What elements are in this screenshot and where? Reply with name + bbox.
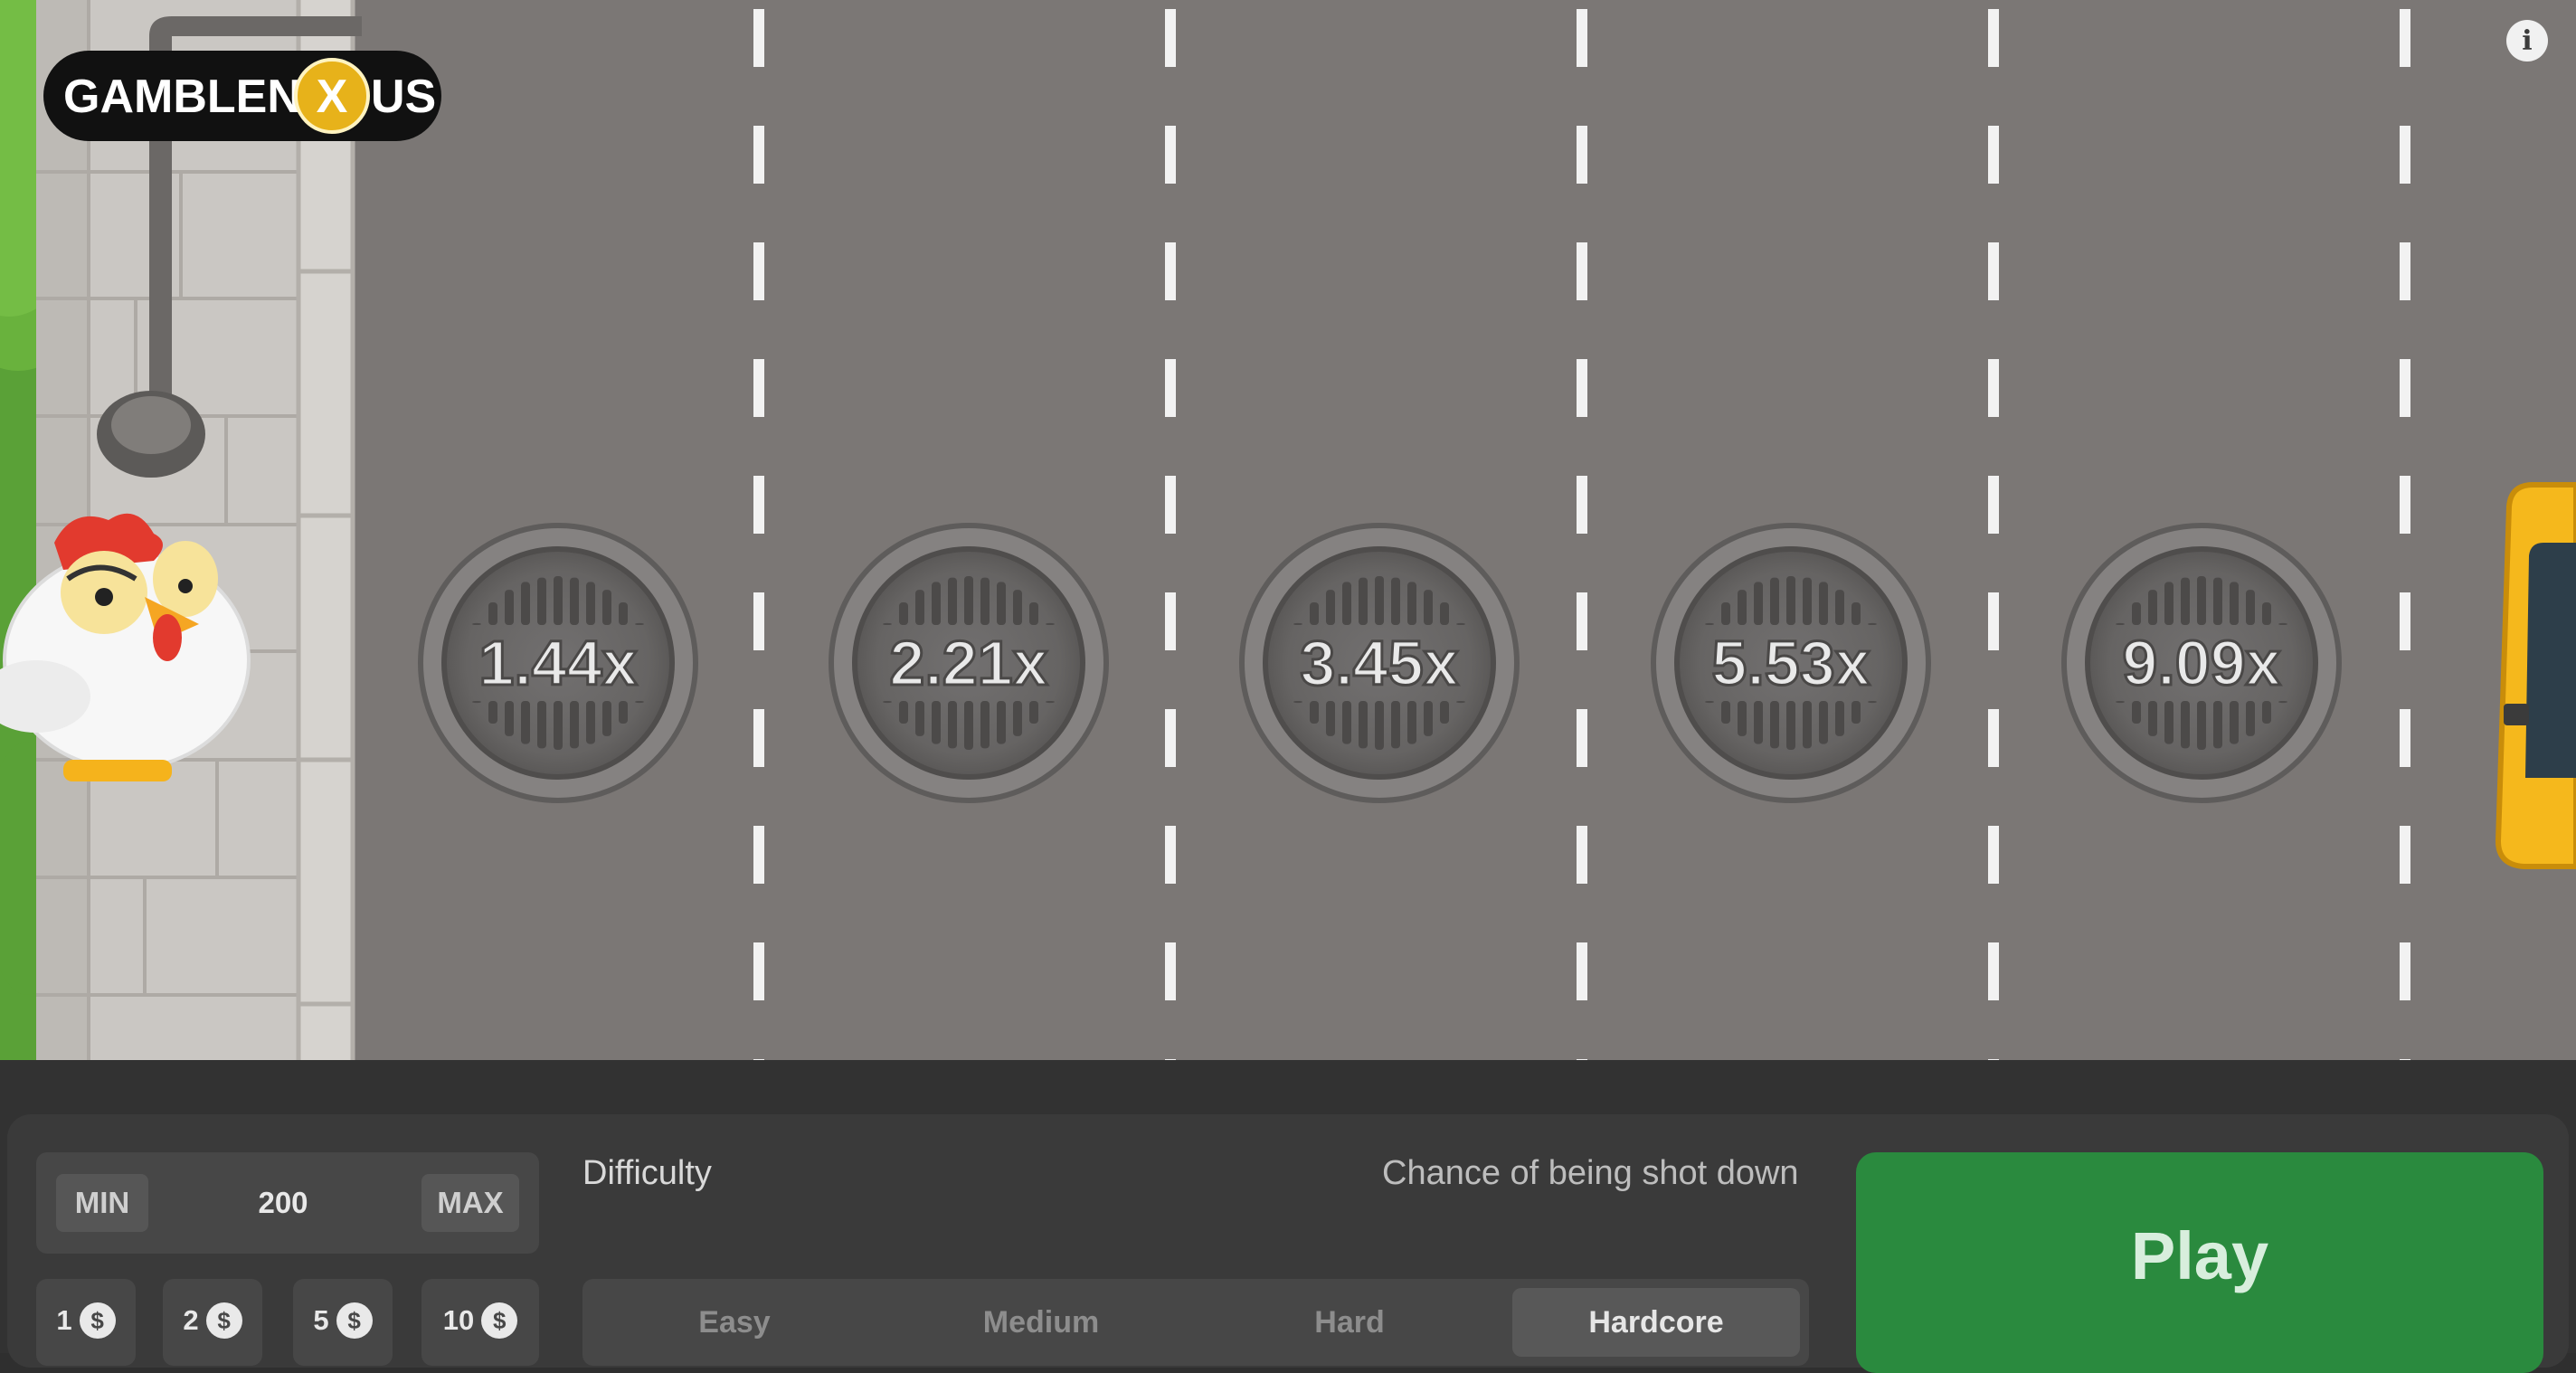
quick-bet-amount: 1 xyxy=(56,1304,72,1336)
multiplier-label: 5.53x xyxy=(1711,628,1870,698)
logo-text-mid: X xyxy=(317,71,348,123)
info-icon[interactable]: i xyxy=(2506,20,2548,62)
bet-max-button[interactable]: MAX xyxy=(421,1174,519,1232)
multiplier-label: 9.09x xyxy=(2122,628,2280,698)
difficulty-hard-button[interactable]: Hard xyxy=(1207,1288,1492,1357)
dollar-coin-icon: $ xyxy=(205,1302,242,1339)
multiplier-label: 2.21x xyxy=(889,628,1047,698)
chance-label: Chance of being shot down xyxy=(1382,1154,1799,1192)
dollar-coin-icon: $ xyxy=(79,1302,116,1339)
bet-amount-input[interactable]: 200 xyxy=(217,1174,349,1232)
quick-bet-amount: 10 xyxy=(442,1304,475,1336)
manhole-multiplier-5[interactable]: 9.09x xyxy=(2061,523,2342,803)
logo-text-left: GAMBLENE xyxy=(63,71,333,123)
taxi-vehicle xyxy=(2495,482,2576,869)
quick-bet-amount: 5 xyxy=(313,1304,329,1336)
brand-logo: GAMBLENE X US xyxy=(43,51,441,141)
bet-min-button[interactable]: MIN xyxy=(56,1174,148,1232)
logo-text-right: US xyxy=(371,71,436,123)
quick-bet-amount: 2 xyxy=(183,1304,199,1336)
dollar-coin-icon: $ xyxy=(336,1302,373,1339)
dollar-coin-icon: $ xyxy=(481,1302,518,1339)
game-scene: GAMBLENE X US 1.44x 2.21x 3.45x 5.53x 9.09x xyxy=(0,0,2576,1060)
difficulty-medium-button[interactable]: Medium xyxy=(892,1288,1190,1357)
manhole-multiplier-2[interactable]: 2.21x xyxy=(829,523,1109,803)
multiplier-label: 3.45x xyxy=(1300,628,1458,698)
manhole-multiplier-4[interactable]: 5.53x xyxy=(1651,523,1931,803)
manhole-multiplier-1[interactable]: 1.44x xyxy=(418,523,698,803)
difficulty-label: Difficulty xyxy=(582,1154,712,1192)
manhole-multiplier-3[interactable]: 3.45x xyxy=(1239,523,1520,803)
play-button[interactable]: Play xyxy=(1856,1152,2543,1373)
difficulty-easy-button[interactable]: Easy xyxy=(593,1288,876,1357)
difficulty-hardcore-button[interactable]: Hardcore xyxy=(1512,1288,1800,1357)
multiplier-label: 1.44x xyxy=(478,628,637,698)
